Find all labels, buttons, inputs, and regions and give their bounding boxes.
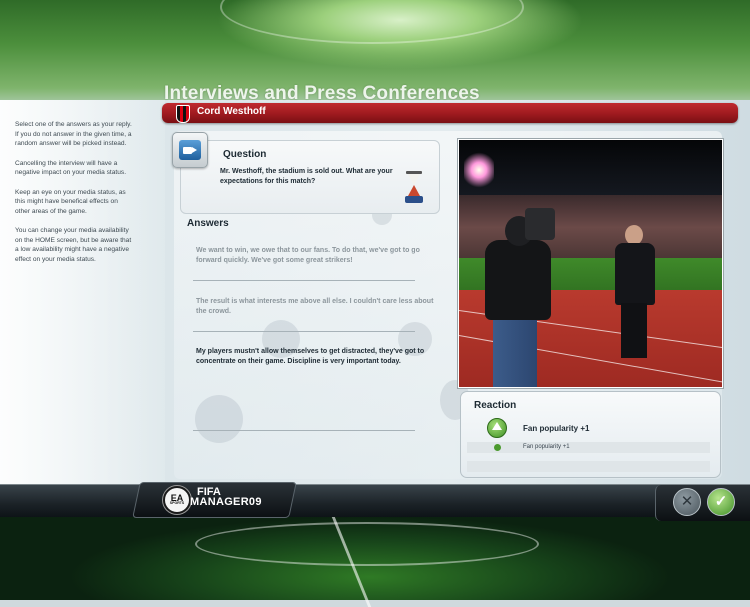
help-paragraph: You can change your media availability o… <box>15 227 132 263</box>
person-name: Cord Westhoff <box>197 106 266 117</box>
reaction-row <box>467 442 710 453</box>
bottom-bar <box>0 485 750 517</box>
question-label: Question <box>223 149 267 160</box>
stadium-background-bottom <box>0 517 750 607</box>
answer-option-1[interactable]: We want to win, we owe that to our fans.… <box>196 246 436 266</box>
divider <box>193 430 415 431</box>
decorative-splat <box>195 395 243 443</box>
page-title: Interviews and Press Conferences <box>164 83 480 104</box>
interview-photo <box>458 139 723 388</box>
reaction-row-empty <box>467 461 710 472</box>
cancel-button[interactable]: ✕ <box>673 488 701 516</box>
video-camera-icon <box>172 132 208 168</box>
ea-sports-text: SPORTS <box>169 501 185 505</box>
help-paragraph: Select one of the answers as your reply.… <box>15 121 132 147</box>
reaction-label: Reaction <box>474 400 517 411</box>
answers-label: Answers <box>187 218 229 229</box>
question-text: Mr. Westhoff, the stadium is sold out. W… <box>220 168 393 185</box>
small-up-arrow-icon <box>494 444 501 451</box>
reaction-summary: Fan popularity +1 <box>523 424 590 433</box>
pitch-line <box>220 0 524 44</box>
confirm-button[interactable]: ✓ <box>707 488 735 516</box>
club-badge-icon <box>176 105 190 123</box>
ea-sports-logo: EA SPORTS <box>163 486 191 514</box>
hourglass-timer-icon <box>404 171 424 205</box>
divider <box>193 331 415 332</box>
help-text: Select one of the answers as your reply.… <box>15 120 133 274</box>
divider <box>193 280 415 281</box>
button-plate <box>655 485 750 521</box>
help-paragraph: Cancelling the interview will have a neg… <box>15 159 127 177</box>
answer-option-3[interactable]: My players mustn't allow themselves to g… <box>196 347 436 367</box>
up-arrow-icon <box>487 418 507 438</box>
answer-option-2[interactable]: The result is what interests me above al… <box>196 297 436 317</box>
reaction-detail: Fan popularity +1 <box>523 444 570 450</box>
person-title-bar: Cord Westhoff <box>162 103 738 123</box>
pitch-center-circle <box>195 522 539 566</box>
help-paragraph: Keep an eye on your media status, as thi… <box>15 188 126 215</box>
game-title-line2: MANAGER09 <box>190 496 262 508</box>
